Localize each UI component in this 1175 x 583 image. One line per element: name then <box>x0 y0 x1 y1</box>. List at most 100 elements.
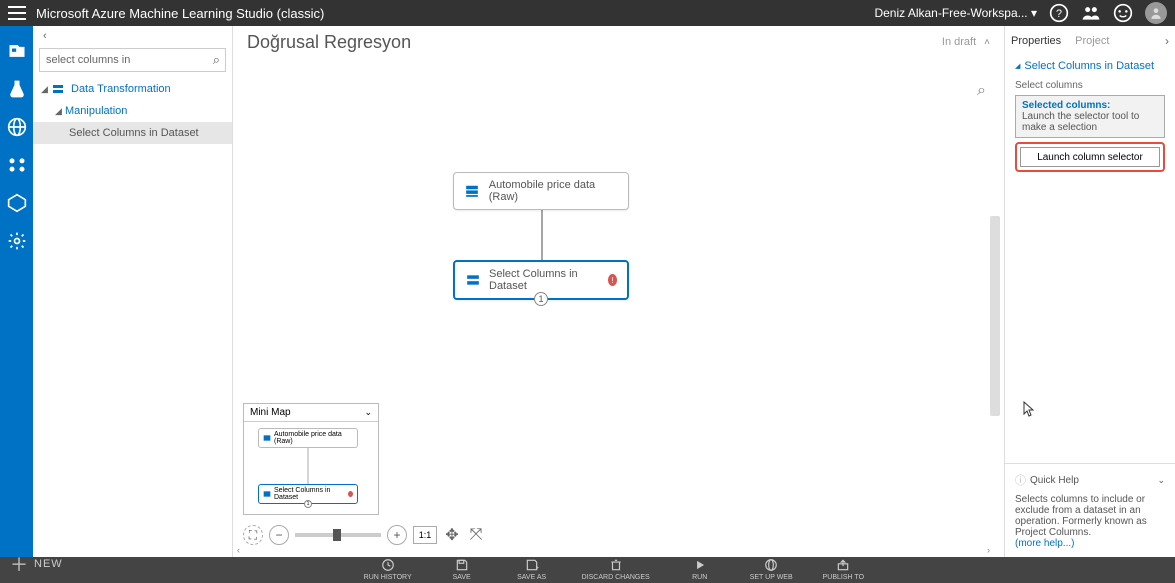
selected-columns-title: Selected columns: <box>1022 100 1158 111</box>
selected-columns-box: Selected columns: Launch the selector to… <box>1015 95 1165 138</box>
app-title: Microsoft Azure Machine Learning Studio … <box>36 6 874 21</box>
nav-models-icon[interactable] <box>6 192 28 214</box>
module-tree: ◢ Data Transformation ◢ Manipulation Sel… <box>33 78 232 144</box>
zoom-actual-button[interactable]: 1:1 <box>413 526 437 544</box>
tree-data-transformation[interactable]: ◢ Data Transformation <box>33 78 232 100</box>
zoom-thumb[interactable] <box>333 529 341 541</box>
new-button[interactable]: ＋ NEW <box>10 551 63 581</box>
collapse-up-icon[interactable]: ˄ <box>984 37 990 48</box>
nav-projects-icon[interactable] <box>6 40 28 62</box>
nav-sidebar <box>0 26 33 557</box>
module-palette: ‹ ⌕ ◢ Data Transformation ◢ Manipulation… <box>33 26 233 557</box>
publish-button[interactable]: PUBLISH TO <box>823 558 864 581</box>
setup-web-button[interactable]: SET UP WEB <box>750 558 793 581</box>
plus-icon: ＋ <box>10 551 28 577</box>
node-automobile-data[interactable]: Automobile price data (Raw) <box>453 172 629 210</box>
topbar: Microsoft Azure Machine Learning Studio … <box>0 0 1175 26</box>
search-icon[interactable]: ⌕ <box>213 52 220 68</box>
action-bar: ＋ NEW RUN HISTORY SAVE +SAVE AS DISCARD … <box>0 557 1175 583</box>
chevron-down-icon: ⌄ <box>364 407 372 418</box>
more-help-link[interactable]: (more help...) <box>1015 538 1165 549</box>
svg-text:+: + <box>536 566 539 572</box>
scroll-right-icon[interactable]: › <box>987 545 990 555</box>
mini-node-1[interactable]: Automobile price data (Raw) <box>258 428 358 448</box>
quick-help-body: Selects columns to include or exclude fr… <box>1015 494 1165 538</box>
chevron-down-icon: ⌄ <box>1157 475 1165 486</box>
node-select-columns[interactable]: Select Columns in Dataset ! 1 <box>453 260 629 300</box>
scroll-left-icon[interactable]: ‹ <box>237 545 240 555</box>
zoom-out-button[interactable]: − <box>269 525 289 545</box>
action-label: RUN <box>692 574 707 581</box>
mini-node-2[interactable]: Select Columns in Dataset 1 <box>258 484 358 504</box>
nav-experiments-icon[interactable] <box>6 78 28 100</box>
module-icon <box>263 490 271 498</box>
nav-web-icon[interactable] <box>6 116 28 138</box>
properties-panel: Properties Project › Select Columns in D… <box>1004 26 1175 557</box>
zoom-in-button[interactable]: + <box>387 525 407 545</box>
search-input[interactable] <box>39 48 226 72</box>
svg-text:?: ? <box>1056 8 1062 20</box>
zoom-center-button[interactable]: ✥ <box>443 526 461 544</box>
minimap-header[interactable]: Mini Map ⌄ <box>244 404 378 422</box>
tree-select-columns[interactable]: Select Columns in Dataset <box>33 122 232 144</box>
horizontal-scrollbar[interactable]: ‹ › <box>237 545 990 555</box>
new-label: NEW <box>34 558 63 570</box>
zoom-slider[interactable] <box>295 533 381 537</box>
menu-icon[interactable] <box>8 6 26 20</box>
pan-button[interactable]: ⤧ <box>467 526 485 544</box>
module-group-icon <box>51 82 67 96</box>
save-button[interactable]: SAVE <box>442 558 482 581</box>
quick-help-title: Quick Help <box>1030 475 1079 486</box>
experiment-title[interactable]: Doğrusal Regresyon <box>247 32 942 53</box>
node-label: Select Columns in Dataset <box>489 268 590 292</box>
run-button[interactable]: RUN <box>680 558 720 581</box>
save-as-button[interactable]: + SAVE AS <box>512 558 552 581</box>
output-port[interactable]: 1 <box>534 292 548 306</box>
action-label: SAVE <box>453 574 471 581</box>
error-icon <box>348 491 353 497</box>
mini-port: 1 <box>304 500 312 508</box>
launch-button-highlight: Launch column selector <box>1015 142 1165 172</box>
canvas[interactable]: ⌕ Automobile price data (Raw) Select Col… <box>233 58 1004 557</box>
help-icon[interactable]: ? <box>1049 3 1069 23</box>
module-icon <box>465 273 481 287</box>
mini-label: Automobile price data (Raw) <box>274 431 353 445</box>
mini-label: Select Columns in Dataset <box>274 487 344 501</box>
select-columns-label: Select columns <box>1015 76 1165 95</box>
minimap-title: Mini Map <box>250 407 291 418</box>
zoom-fit-button[interactable]: ⛶ <box>243 525 263 545</box>
action-label: SET UP WEB <box>750 574 793 581</box>
zoom-toolbar: ⛶ − + 1:1 ✥ ⤧ <box>243 525 485 545</box>
avatar[interactable] <box>1145 2 1167 24</box>
minimap: Mini Map ⌄ Automobile price data (Raw) S… <box>243 403 379 515</box>
action-label: SAVE AS <box>517 574 546 581</box>
action-label: PUBLISH TO <box>823 574 864 581</box>
people-icon[interactable] <box>1081 3 1101 23</box>
panel-expand-icon[interactable]: › <box>1165 34 1169 48</box>
error-icon[interactable]: ! <box>608 274 617 286</box>
draft-status: In draft <box>942 36 976 48</box>
vertical-scrollbar[interactable] <box>990 216 1000 416</box>
minimap-body[interactable]: Automobile price data (Raw) Select Colum… <box>244 422 378 514</box>
tab-project[interactable]: Project <box>1075 35 1109 47</box>
properties-section-title[interactable]: Select Columns in Dataset <box>1015 56 1165 76</box>
tree-label: Data Transformation <box>71 83 171 95</box>
canvas-search-icon[interactable]: ⌕ <box>977 82 986 100</box>
nav-settings-icon[interactable] <box>6 230 28 252</box>
dataset-icon <box>464 184 481 198</box>
workspace-name: Deniz Alkan-Free-Workspa... <box>874 6 1027 20</box>
feedback-icon[interactable] <box>1113 3 1133 23</box>
quick-help-header[interactable]: ⓘ Quick Help ⌄ <box>1015 472 1165 488</box>
nav-datasets-icon[interactable] <box>6 154 28 176</box>
palette-collapse[interactable]: ‹ <box>33 26 232 46</box>
tab-properties[interactable]: Properties <box>1011 35 1061 47</box>
selected-columns-text: Launch the selector tool to make a selec… <box>1022 111 1158 133</box>
tree-label: Select Columns in Dataset <box>69 127 199 139</box>
run-history-button[interactable]: RUN HISTORY <box>364 558 412 581</box>
info-icon: ⓘ <box>1015 472 1026 488</box>
tree-manipulation[interactable]: ◢ Manipulation <box>33 100 232 122</box>
launch-column-selector-button[interactable]: Launch column selector <box>1020 147 1160 167</box>
workspace-dropdown[interactable]: Deniz Alkan-Free-Workspa... ▾ <box>874 6 1037 20</box>
discard-button[interactable]: DISCARD CHANGES <box>582 558 650 581</box>
tree-label: Manipulation <box>65 105 127 117</box>
